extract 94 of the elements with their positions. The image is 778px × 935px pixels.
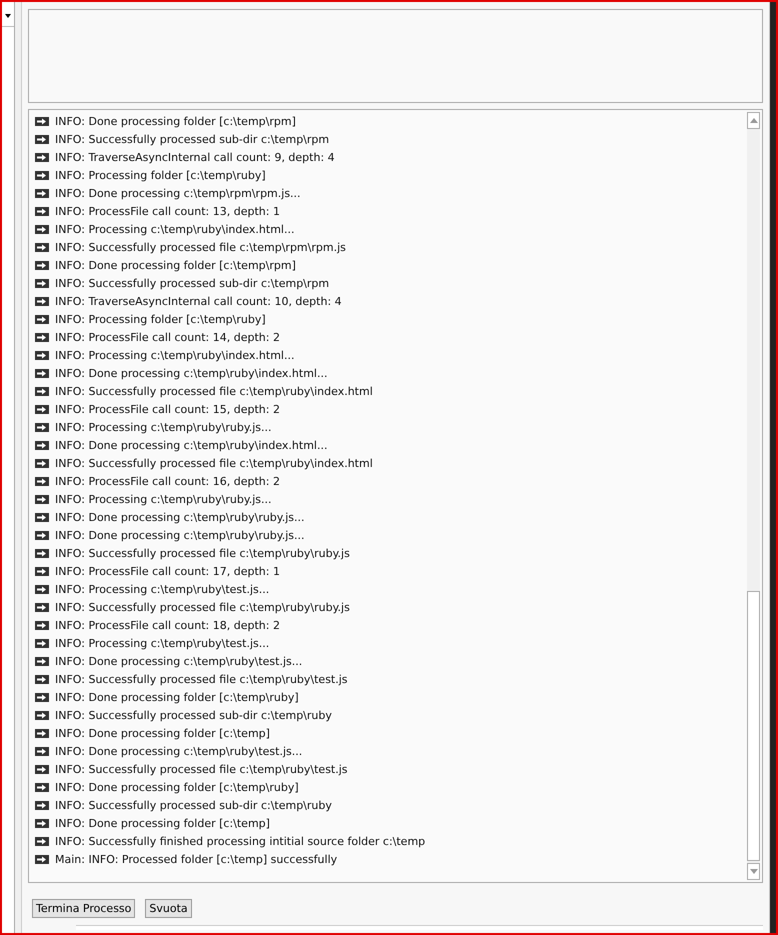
scrollbar[interactable]	[745, 110, 762, 882]
arrow-icon	[35, 656, 49, 666]
arrow-icon	[35, 458, 49, 468]
log-entry: INFO: ProcessFile call count: 15, depth: 2	[55, 402, 280, 416]
arrow-icon	[35, 782, 49, 792]
log-entry: INFO: Done processing folder [c:\temp\ruby]	[55, 690, 299, 704]
up-triangle-icon	[750, 118, 758, 123]
log-entry: INFO: Done processing c:\temp\ruby\ruby.js...	[55, 510, 305, 524]
log-entry: INFO: Processing c:\temp\ruby\index.html...	[55, 348, 294, 362]
log-entry: INFO: Done processing folder [c:\temp\rpm]	[55, 114, 296, 128]
arrow-icon	[35, 836, 49, 846]
arrow-icon	[35, 314, 49, 324]
log-entry: INFO: Successfully processed file c:\temp\ruby\test.js	[55, 672, 348, 686]
log-entry: INFO: Successfully processed file c:\temp\ruby\ruby.js	[55, 546, 350, 560]
arrow-icon	[35, 350, 49, 360]
arrow-icon	[35, 404, 49, 414]
log-entry: INFO: Processing folder [c:\temp\ruby]	[55, 312, 266, 326]
log-entry: INFO: Successfully processed sub-dir c:\temp\rpm	[55, 132, 330, 146]
arrow-icon	[35, 692, 49, 702]
clear-button[interactable]: Svuota	[145, 899, 192, 918]
text-area[interactable]	[28, 9, 763, 103]
arrow-icon	[35, 332, 49, 342]
log-entry: INFO: ProcessFile call count: 18, depth: 2	[55, 618, 280, 632]
log-entry: INFO: Done processing c:\temp\ruby\ruby.js...	[55, 528, 305, 542]
arrow-icon	[35, 512, 49, 522]
arrow-icon	[35, 854, 49, 864]
log-entry: INFO: Successfully processed sub-dir c:\temp\ruby	[55, 798, 332, 812]
scroll-up-button[interactable]	[747, 112, 760, 129]
arrow-icon	[35, 116, 49, 126]
log-entry: INFO: Successfully processed file c:\temp\rpm\rpm.js	[55, 240, 346, 254]
arrow-icon	[35, 422, 49, 432]
terminate-button[interactable]: Termina Processo	[32, 899, 136, 918]
log-entry: INFO: Successfully processed sub-dir c:\temp\rpm	[55, 276, 330, 290]
arrow-icon	[35, 638, 49, 648]
arrow-icon	[35, 620, 49, 630]
log-entry: INFO: Processing c:\temp\ruby\ruby.js...	[55, 492, 272, 506]
arrow-icon	[35, 566, 49, 576]
log-entry: INFO: Done processing c:\temp\ruby\test.js...	[55, 654, 302, 668]
arrow-icon	[35, 548, 49, 558]
caret-icon	[5, 14, 11, 18]
arrow-icon	[35, 152, 49, 162]
arrow-icon	[35, 242, 49, 252]
log-entry: INFO: Successfully processed file c:\temp\ruby\index.html	[55, 456, 373, 470]
arrow-icon	[35, 818, 49, 828]
log-entry: INFO: Done processing folder [c:\temp\ruby]	[55, 780, 299, 794]
arrow-icon	[35, 746, 49, 756]
arrow-icon	[35, 764, 49, 774]
arrow-icon	[35, 584, 49, 594]
arrow-icon	[35, 278, 49, 288]
arrow-icon	[35, 170, 49, 180]
arrow-icon	[35, 674, 49, 684]
log-entry: INFO: Processing c:\temp\ruby\test.js...	[55, 636, 270, 650]
log-entry: INFO: TraverseAsyncInternal call count: 10, depth: 4	[55, 294, 342, 308]
log-entry: INFO: Done processing folder [c:\temp\rpm]	[55, 258, 296, 272]
log-entry: INFO: Processing folder [c:\temp\ruby]	[55, 168, 266, 182]
arrow-icon	[35, 188, 49, 198]
arrow-icon	[35, 206, 49, 216]
arrow-icon	[35, 368, 49, 378]
log-entry: INFO: Done processing folder [c:\temp]	[55, 816, 270, 830]
log-entry: INFO: Successfully processed sub-dir c:\temp\ruby	[55, 708, 332, 722]
arrow-icon	[35, 728, 49, 738]
log-entry: INFO: ProcessFile call count: 13, depth: 1	[55, 204, 280, 218]
log-entry: INFO: Successfully processed file c:\temp\ruby\ruby.js	[55, 600, 350, 614]
log-entry: INFO: Successfully processed file c:\temp\ruby\index.html	[55, 384, 373, 398]
arrow-icon	[35, 134, 49, 144]
log-entry: INFO: Done processing c:\temp\ruby\index.html...	[55, 366, 328, 380]
log-entry: INFO: TraverseAsyncInternal call count: 9, depth: 4	[55, 150, 335, 164]
scroll-down-button[interactable]	[747, 863, 760, 880]
log-entry: INFO: ProcessFile call count: 16, depth: 2	[55, 474, 280, 488]
arrow-icon	[35, 602, 49, 612]
arrow-icon	[35, 494, 49, 504]
arrow-icon	[35, 476, 49, 486]
log-entry: INFO: Done processing c:\temp\ruby\test.js...	[55, 744, 302, 758]
arrow-icon	[35, 710, 49, 720]
log-entry: Main: INFO: Processed folder [c:\temp] successfully	[55, 852, 338, 866]
log-entry: INFO: Done processing folder [c:\temp]	[55, 726, 270, 740]
log-entry: INFO: Done processing c:\temp\ruby\index.html...	[55, 438, 328, 452]
log-entry: INFO: Processing c:\temp\ruby\ruby.js...	[55, 420, 272, 434]
scrollbar-thumb[interactable]	[747, 591, 760, 861]
log-entry: INFO: Processing c:\temp\ruby\test.js...	[55, 582, 270, 596]
log-entry: INFO: Processing c:\temp\ruby\index.html...	[55, 222, 294, 236]
arrow-icon	[35, 386, 49, 396]
arrow-icon	[35, 800, 49, 810]
log-entry: INFO: ProcessFile call count: 14, depth: 2	[55, 330, 280, 344]
arrow-icon	[35, 296, 49, 306]
arrow-icon	[35, 440, 49, 450]
arrow-icon	[35, 224, 49, 234]
arrow-icon	[35, 530, 49, 540]
arrow-icon	[35, 260, 49, 270]
log-entry: INFO: ProcessFile call count: 17, depth: 1	[55, 564, 280, 578]
log-entry: INFO: Successfully finished processing intitial source folder c:\temp	[55, 834, 426, 848]
down-triangle-icon	[750, 869, 758, 874]
log-entry: INFO: Done processing c:\temp\rpm\rpm.js...	[55, 186, 301, 200]
log-entry: INFO: Successfully processed file c:\temp\ruby\test.js	[55, 762, 348, 776]
